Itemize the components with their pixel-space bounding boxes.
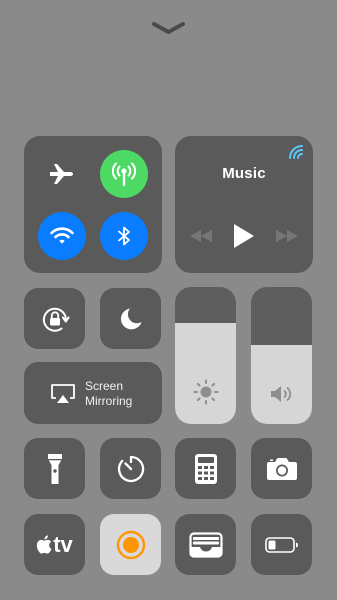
rewind-icon[interactable] [189, 229, 213, 243]
airplay-screen-icon [51, 384, 75, 403]
apple-tv-remote-button[interactable]: tv [24, 514, 85, 575]
volume-slider[interactable] [251, 287, 312, 424]
fast-forward-icon[interactable] [275, 229, 299, 243]
screen-mirroring-line1: Screen [85, 379, 124, 393]
screen-record-icon [116, 530, 145, 559]
airplane-mode-button[interactable] [38, 150, 86, 198]
wifi-button[interactable] [38, 212, 86, 260]
brightness-slider[interactable] [175, 287, 236, 424]
cellular-antenna-icon [111, 162, 137, 187]
connectivity-panel [24, 136, 162, 273]
now-playing-title: Music [222, 165, 266, 182]
apple-tv-label: tv [53, 531, 73, 557]
chevron-down-icon[interactable] [151, 20, 186, 36]
apple-logo-icon [37, 535, 52, 554]
wallet-button[interactable] [175, 514, 236, 575]
screen-mirroring-line2: Mirroring [85, 394, 133, 408]
flashlight-icon [47, 453, 62, 484]
brightness-slider-fill [175, 322, 236, 424]
timer-button[interactable] [100, 438, 161, 499]
airplane-icon [50, 164, 73, 184]
screen-mirroring-button[interactable]: Screen Mirroring [24, 362, 162, 424]
timer-icon [117, 455, 144, 482]
sun-icon [193, 379, 219, 405]
calculator-icon [194, 453, 217, 484]
camera-icon [266, 457, 297, 480]
music-panel[interactable]: Music [175, 136, 313, 273]
camera-button[interactable] [251, 438, 312, 499]
flashlight-button[interactable] [24, 438, 85, 499]
cellular-data-button[interactable] [100, 150, 148, 198]
screen-recording-button[interactable] [100, 514, 161, 575]
orientation-lock-button[interactable] [24, 288, 85, 349]
bluetooth-button[interactable] [100, 212, 148, 260]
speaker-icon [271, 386, 292, 402]
low-power-mode-button[interactable] [251, 514, 312, 575]
wallet-icon [188, 531, 223, 558]
bluetooth-icon [118, 226, 130, 246]
screen-mirroring-label: Screen Mirroring [85, 379, 132, 409]
do-not-disturb-button[interactable] [100, 288, 161, 349]
rotation-lock-icon [42, 307, 70, 332]
airplay-audio-icon[interactable] [288, 144, 304, 160]
play-icon[interactable] [233, 223, 255, 249]
wifi-icon [50, 227, 74, 244]
moon-icon [120, 308, 141, 329]
calculator-button[interactable] [175, 438, 236, 499]
battery-icon [264, 536, 298, 553]
